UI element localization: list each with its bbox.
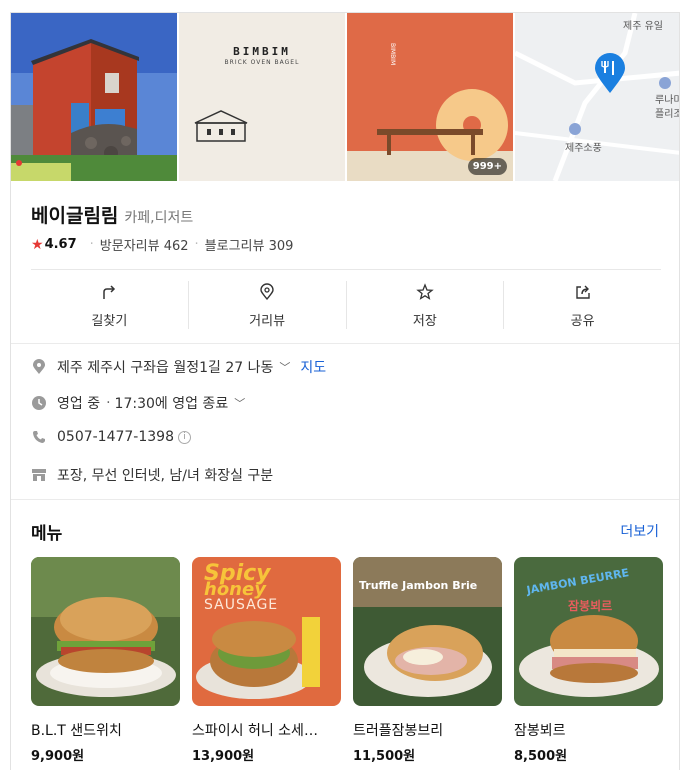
- brand-logo-text: BIMBIM: [233, 45, 291, 58]
- blog-reviews-link[interactable]: 블로그리뷰 309: [205, 235, 294, 254]
- separator-dot: ·: [89, 237, 94, 252]
- menu-item-name: 잠봉뵈르: [514, 723, 566, 739]
- map-link[interactable]: 지도: [300, 357, 326, 377]
- separator-dot: ·: [194, 237, 199, 252]
- map-label-1: 제주 유일: [623, 21, 663, 32]
- place-category: 카페,디저트: [124, 210, 194, 226]
- title-row: 베이글림림 카페,디저트: [31, 201, 193, 228]
- menu-item[interactable]: Spicy honey SAUSAGE 스파이시 허니 소세… 13,900원: [192, 557, 341, 764]
- menu-item-name: B.L.T 샌드위치: [31, 723, 122, 739]
- photo-gallery: BIMBIM BRICK OVEN BAGEL BIMBIM 999+ 제주 유…: [11, 13, 680, 181]
- amenities-text: 포장, 무선 인터넷, 남/녀 화장실 구분: [57, 468, 274, 484]
- menu-item-price: 9,900원: [31, 749, 85, 764]
- directions-icon: [103, 285, 116, 299]
- rating-star-icon: ★: [31, 236, 44, 253]
- restaurant-pin-icon[interactable]: [593, 53, 627, 95]
- divider: [31, 269, 661, 270]
- gallery-photo-building[interactable]: [11, 13, 177, 181]
- share-label: 공유: [570, 314, 595, 329]
- gallery-photo-illustration[interactable]: BIMBIM 999+: [347, 13, 513, 181]
- closing-time: 17:30에 영업 종료: [114, 396, 229, 412]
- rating-value: 4.67: [44, 237, 77, 252]
- phone-icon: [31, 429, 47, 445]
- hours-row[interactable]: 영업 중 · 17:30에 영업 종료 ﹀: [31, 393, 245, 413]
- open-status: 영업 중: [57, 396, 101, 412]
- house-logo-icon: [194, 110, 248, 142]
- menu-item-name: 트러플잠봉브리: [353, 723, 444, 739]
- clock-icon: [31, 395, 47, 411]
- chevron-down-icon[interactable]: ﹀: [234, 395, 245, 411]
- mini-map[interactable]: 제주 유일 루나미 플리조 제주소풍: [515, 13, 680, 181]
- map-pin-icon: [260, 283, 274, 301]
- place-name: 베이글림림: [31, 205, 119, 227]
- place-card: BIMBIM BRICK OVEN BAGEL BIMBIM 999+ 제주 유…: [10, 12, 680, 770]
- menu-overlay-text: Truffle Jambon Brie: [359, 579, 478, 592]
- action-bar: 길찾기 거리뷰 저장 공유: [31, 281, 661, 329]
- menu-more-link[interactable]: 더보기: [620, 521, 659, 541]
- photo-count-badge[interactable]: 999+: [467, 158, 507, 175]
- share-icon: [575, 285, 590, 299]
- directions-button[interactable]: 길찾기: [31, 281, 189, 329]
- menu-overlay-text: SAUSAGE: [204, 597, 279, 613]
- menu-item-name: 스파이시 허니 소세…: [192, 723, 318, 739]
- menu-item-price: 8,500원: [514, 749, 568, 764]
- chevron-down-icon[interactable]: ﹀: [279, 359, 290, 375]
- menu-photo-jambon[interactable]: JAMBON BEURRE 잠봉뵈르: [514, 557, 663, 706]
- map-label-4: 제주소풍: [565, 143, 602, 154]
- phone-row[interactable]: 0507-1477-1398 i: [31, 429, 191, 445]
- street-view-label: 거리뷰: [249, 314, 286, 329]
- menu-list: B.L.T 샌드위치 9,900원 Spicy honey SAUSAGE 스파…: [31, 557, 663, 764]
- share-button[interactable]: 공유: [504, 281, 661, 329]
- star-outline-icon: [416, 283, 434, 300]
- visitor-reviews-link[interactable]: 방문자리뷰 462: [100, 235, 189, 254]
- map-label-3: 플리조: [655, 109, 680, 120]
- menu-item-price: 11,500원: [353, 749, 416, 764]
- street-view-button[interactable]: 거리뷰: [189, 281, 347, 329]
- menu-title: 메뉴: [31, 524, 63, 544]
- divider: [11, 343, 679, 344]
- menu-photo-blt[interactable]: [31, 557, 180, 706]
- gallery-photo-logo[interactable]: BIMBIM BRICK OVEN BAGEL: [179, 13, 345, 181]
- directions-label: 길찾기: [91, 314, 128, 329]
- amenities-row: 포장, 무선 인터넷, 남/녀 화장실 구분: [31, 465, 273, 485]
- map-label-2: 루나미: [655, 95, 680, 106]
- menu-photo-truffle[interactable]: Truffle Jambon Brie: [353, 557, 502, 706]
- menu-overlay-text: 잠봉뵈르: [568, 599, 613, 613]
- info-icon[interactable]: i: [178, 430, 191, 444]
- rating-row: ★ 4.67 · 방문자리뷰 462 · 블로그리뷰 309: [31, 235, 294, 255]
- save-button[interactable]: 저장: [347, 281, 505, 329]
- menu-photo-spicy-honey[interactable]: Spicy honey SAUSAGE: [192, 557, 341, 706]
- menu-item[interactable]: B.L.T 샌드위치 9,900원: [31, 557, 180, 764]
- address-text: 제주 제주시 구좌읍 월정1길 27 나동: [57, 360, 274, 376]
- menu-item[interactable]: Truffle Jambon Brie 트러플잠봉브리 11,500원: [353, 557, 502, 764]
- menu-item[interactable]: JAMBON BEURRE 잠봉뵈르 잠봉뵈르 8,500원: [514, 557, 663, 764]
- address-row[interactable]: 제주 제주시 구좌읍 월정1길 27 나동 ﹀ 지도: [31, 357, 326, 377]
- svg-text:BIMBIM: BIMBIM: [389, 43, 396, 65]
- menu-item-price: 13,900원: [192, 749, 255, 764]
- store-icon: [31, 467, 47, 483]
- save-label: 저장: [412, 314, 437, 329]
- divider: [11, 499, 679, 500]
- brand-subtitle: BRICK OVEN BAGEL: [224, 59, 300, 66]
- location-icon: [31, 359, 47, 375]
- separator-dot: ·: [106, 395, 111, 411]
- phone-number[interactable]: 0507-1477-1398: [57, 429, 174, 445]
